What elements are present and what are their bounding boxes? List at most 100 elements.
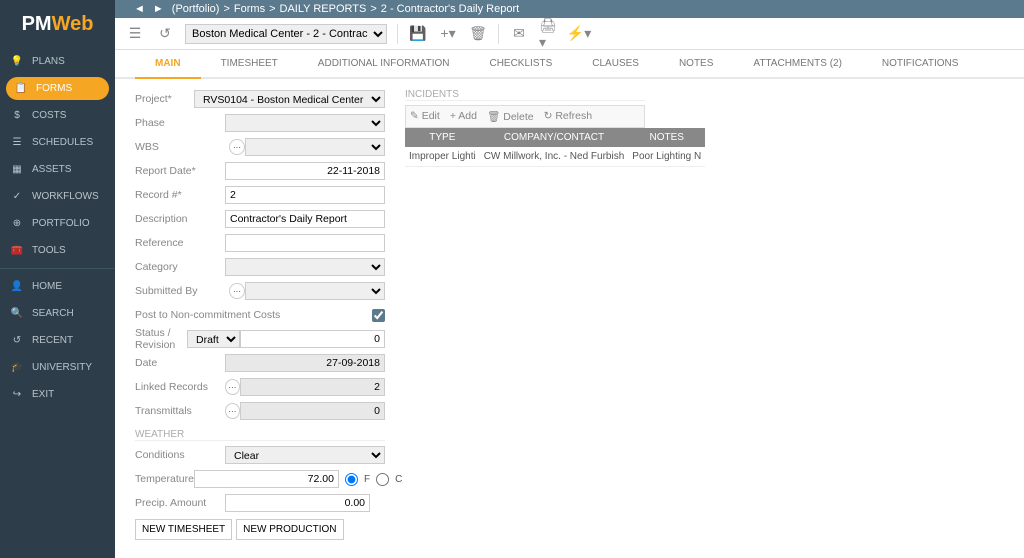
inc-add[interactable]: + Add (450, 110, 477, 123)
sidebar: 💡PLANS 📋FORMS $COSTS ☰SCHEDULES ▦ASSETS … (0, 48, 115, 558)
side-portfolio[interactable]: ⊕ PORTFOLIO (0, 210, 115, 237)
unit-c-radio[interactable] (376, 473, 389, 486)
side-label: PLANS (32, 56, 65, 67)
add-icon[interactable]: +▾ (438, 24, 458, 44)
side-label: SEARCH (32, 308, 74, 319)
project-field[interactable]: RVS0104 - Boston Medical Center (194, 90, 385, 108)
tab-attachments[interactable]: ATTACHMENTS (2) (733, 50, 862, 77)
date-field (225, 354, 385, 372)
submitted-browse[interactable]: ⋯ (229, 283, 245, 299)
incidents-table: TYPECOMPANY/CONTACTNOTES Improper Lighti… (405, 128, 705, 167)
post-checkbox[interactable] (372, 309, 385, 322)
side-home[interactable]: 👤 HOME (0, 273, 115, 300)
report-date-field[interactable] (225, 162, 385, 180)
bolt-icon[interactable]: ⚡▾ (569, 24, 589, 44)
cond-field[interactable]: Clear (225, 446, 385, 464)
mail-icon[interactable]: ✉ (509, 24, 529, 44)
side-label: HOME (32, 281, 62, 292)
new-timesheet-button[interactable]: NEW TIMESHEET (135, 519, 232, 540)
side-workflows[interactable]: ✓ WORKFLOWS (0, 183, 115, 210)
inc-delete[interactable]: 🗑 Delete (487, 110, 534, 123)
report-date-label: Report Date* (135, 165, 225, 177)
list-icon[interactable]: ☰ (125, 24, 145, 44)
tab-main[interactable]: MAIN (135, 50, 201, 79)
print-icon[interactable]: 🖨▾ (539, 24, 559, 44)
unit-c-label: C (395, 474, 402, 485)
side-costs[interactable]: $ COSTS (0, 102, 115, 129)
trans-label: Transmittals (135, 405, 221, 417)
sched-icon: ☰ (10, 137, 24, 148)
side-tools[interactable]: 🧰 TOOLS (0, 237, 115, 264)
reference-field[interactable] (225, 234, 385, 252)
category-field[interactable] (225, 258, 385, 276)
tab-notes[interactable]: NOTES (659, 50, 733, 77)
status-label: Status / Revision (135, 327, 187, 351)
side-label: ASSETS (32, 164, 71, 175)
dollar-icon: $ (10, 110, 24, 121)
date-label: Date (135, 357, 225, 369)
inc-refresh[interactable]: ↻ Refresh (544, 110, 592, 123)
tab-timesheet[interactable]: TIMESHEET (201, 50, 298, 77)
side-university[interactable]: 🎓UNIVERSITY (0, 354, 115, 381)
submitted-field[interactable] (245, 282, 385, 300)
weather-title: WEATHER (135, 429, 385, 441)
grad-icon: 🎓 (10, 362, 24, 373)
fwd-icon[interactable]: ► (153, 3, 164, 15)
side-assets[interactable]: ▦ASSETS (0, 156, 115, 183)
wbs-field[interactable] (245, 138, 385, 156)
side-recent[interactable]: ↺ RECENT (0, 327, 115, 354)
side-label: WORKFLOWS (32, 191, 99, 202)
revision-field[interactable] (240, 330, 385, 348)
side-label: FORMS (36, 83, 72, 94)
unit-f-radio[interactable] (345, 473, 358, 486)
record-label: Record #* (135, 189, 225, 201)
phase-field[interactable] (225, 114, 385, 132)
side-search[interactable]: 🔍SEARCH (0, 300, 115, 327)
trans-browse[interactable]: ⋯ (225, 403, 240, 419)
inc-edit[interactable]: ✎ Edit (410, 110, 440, 123)
submitted-label: Submitted By (135, 285, 225, 297)
side-label: PORTFOLIO (32, 218, 90, 229)
inc-row[interactable]: Improper LightiCW Millwork, Inc. - Ned F… (405, 147, 705, 167)
side-forms[interactable]: 📋FORMS (6, 77, 109, 100)
tools-icon: 🧰 (10, 245, 24, 256)
tab-clauses[interactable]: CLAUSES (572, 50, 659, 77)
record-field[interactable] (225, 186, 385, 204)
recent-icon: ↺ (10, 335, 24, 346)
globe-icon: ⊕ (10, 218, 24, 229)
description-field[interactable] (225, 210, 385, 228)
linked-browse[interactable]: ⋯ (225, 379, 240, 395)
inc-h-company[interactable]: COMPANY/CONTACT (480, 128, 629, 147)
crumb-0[interactable]: (Portfolio) (172, 3, 220, 15)
side-label: COSTS (32, 110, 66, 121)
side-schedules[interactable]: ☰SCHEDULES (0, 129, 115, 156)
user-icon: 👤 (10, 281, 24, 292)
exit-icon: ↪ (10, 389, 24, 400)
precip-field[interactable] (225, 494, 370, 512)
crumb-1[interactable]: Forms (234, 3, 265, 15)
side-label: TOOLS (32, 245, 66, 256)
back-icon[interactable]: ◄ (134, 3, 145, 15)
breadcrumb-bar: ◄ ► (Portfolio) > Forms > DAILY REPORTS … (0, 0, 1024, 18)
side-label: RECENT (32, 335, 73, 346)
history-icon[interactable]: ↺ (155, 24, 175, 44)
temp-field[interactable] (194, 470, 339, 488)
check-icon: ✓ (10, 191, 24, 202)
inc-h-notes[interactable]: NOTES (628, 128, 705, 147)
trans-field (240, 402, 385, 420)
reference-label: Reference (135, 237, 225, 249)
inc-h-type[interactable]: TYPE (405, 128, 480, 147)
incidents-panel: INCIDENTS ✎ Edit + Add 🗑 Delete ↻ Refres… (405, 89, 645, 543)
trash-icon[interactable]: 🗑 (468, 24, 488, 44)
wbs-browse[interactable]: ⋯ (229, 139, 245, 155)
project-selector[interactable]: Boston Medical Center - 2 - Contrac (185, 24, 387, 44)
tab-additional[interactable]: ADDITIONAL INFORMATION (298, 50, 470, 77)
status-field[interactable]: Draft (187, 330, 240, 348)
new-production-button[interactable]: NEW PRODUCTION (236, 519, 343, 540)
side-exit[interactable]: ↪EXIT (0, 381, 115, 408)
tab-notifications[interactable]: NOTIFICATIONS (862, 50, 978, 77)
tab-checklists[interactable]: CHECKLISTS (469, 50, 572, 77)
crumb-2[interactable]: DAILY REPORTS (280, 3, 367, 15)
save-icon[interactable]: 💾 (408, 24, 428, 44)
side-plans[interactable]: 💡PLANS (0, 48, 115, 75)
